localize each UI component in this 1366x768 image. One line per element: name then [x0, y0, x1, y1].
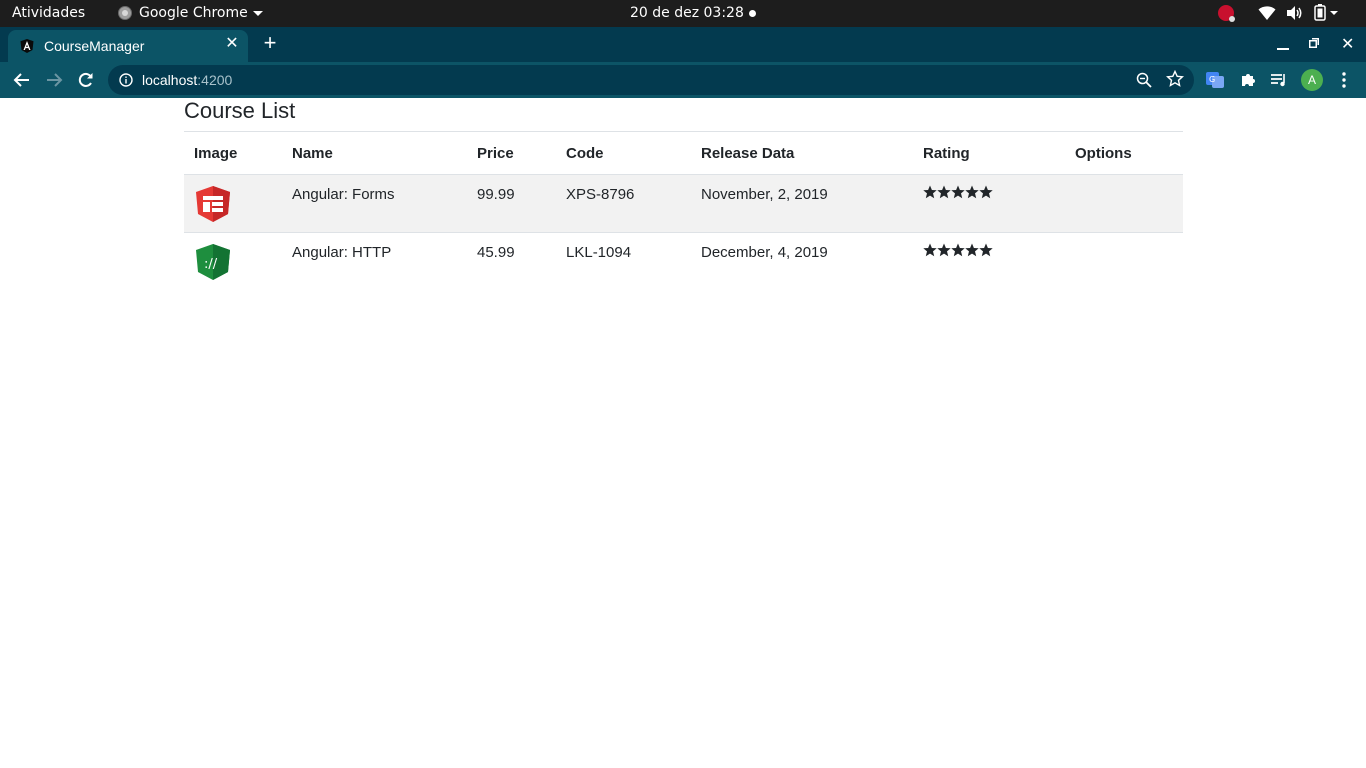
url-port: :4200	[197, 72, 233, 88]
volume-icon	[1287, 5, 1302, 20]
media-queue-icon[interactable]	[1270, 71, 1288, 89]
course-table: Image Name Price Code Release Data Ratin…	[184, 131, 1183, 290]
system-top-bar: Atividades Google Chrome 20 de dez 03:28	[0, 0, 1366, 27]
star-icon	[965, 185, 979, 199]
forward-arrow-icon[interactable]	[44, 70, 64, 90]
table-row: Angular: Forms 99.99 XPS-8796 November, …	[184, 174, 1183, 233]
tab-strip: CourseManager ✕ +	[0, 27, 1366, 62]
notification-dot-icon	[749, 10, 756, 17]
mail-notifier-icon[interactable]	[1218, 4, 1235, 22]
more-menu-icon[interactable]	[1342, 71, 1346, 89]
course-image-cell	[184, 174, 282, 233]
table-header-row: Image Name Price Code Release Data Ratin…	[184, 131, 1183, 175]
course-release-date: December, 4, 2019	[701, 244, 828, 261]
rating-stars	[923, 185, 993, 199]
course-rating	[913, 233, 1065, 291]
tab-title: CourseManager	[44, 38, 145, 54]
wifi-icon	[1258, 5, 1276, 20]
site-info-icon[interactable]	[119, 73, 133, 87]
browser-toolbar: localhost:4200 G	[0, 62, 1366, 98]
angular-http-icon: ://	[196, 244, 230, 280]
star-icon	[951, 185, 965, 199]
app-menu-label: Google Chrome	[139, 5, 248, 21]
course-name: Angular: HTTP	[292, 244, 392, 261]
clock[interactable]: 20 de dez 03:28	[630, 5, 744, 21]
rating-stars	[923, 243, 993, 257]
zoom-icon[interactable]	[1136, 72, 1152, 88]
svg-text:G: G	[1209, 75, 1215, 84]
course-rating	[913, 174, 1065, 233]
table-row: :// Angular: HTTP 45.99 LKL-1094 Decembe…	[184, 233, 1183, 291]
close-window-button[interactable]: ✕	[1341, 34, 1354, 54]
star-icon	[979, 243, 993, 257]
page-title: Course List	[184, 98, 296, 123]
close-tab-icon[interactable]: ✕	[224, 36, 240, 52]
angular-favicon-icon	[20, 39, 34, 53]
system-tray[interactable]	[1218, 4, 1338, 22]
course-code: XPS-8796	[556, 174, 691, 233]
column-header-rating: Rating	[913, 131, 1065, 175]
column-header-name: Name	[282, 131, 467, 175]
reload-icon[interactable]	[76, 70, 96, 90]
svg-text:://: ://	[204, 257, 218, 272]
course-release-date: November, 2, 2019	[691, 174, 913, 233]
column-header-release-data: Release Data	[691, 131, 913, 175]
address-bar[interactable]: localhost:4200	[108, 65, 1194, 95]
chrome-app-icon	[118, 6, 132, 20]
extensions-puzzle-icon[interactable]	[1239, 71, 1257, 89]
url-text[interactable]: localhost:4200	[142, 72, 232, 88]
tray-menu-chevron-icon	[1330, 10, 1338, 15]
star-icon	[965, 243, 979, 257]
column-header-price: Price	[467, 131, 556, 175]
star-icon	[923, 243, 937, 257]
bookmark-star-icon[interactable]	[1166, 70, 1184, 88]
angular-forms-icon	[196, 186, 230, 222]
course-price: 99.99	[467, 174, 556, 233]
app-menu[interactable]: Google Chrome	[118, 5, 263, 21]
restore-window-button[interactable]	[1309, 38, 1319, 48]
star-icon	[937, 185, 951, 199]
new-tab-button[interactable]: +	[260, 32, 280, 54]
course-image-cell: ://	[184, 233, 282, 291]
chevron-down-icon	[252, 10, 263, 16]
url-host: localhost	[142, 72, 198, 88]
star-icon	[951, 243, 965, 257]
translate-extension-icon[interactable]: G	[1206, 71, 1224, 89]
star-icon	[979, 185, 993, 199]
course-options	[1065, 233, 1183, 291]
course-options	[1065, 174, 1183, 233]
course-name: Angular: Forms	[282, 174, 467, 233]
battery-icon	[1314, 4, 1326, 21]
column-header-options: Options	[1065, 131, 1183, 175]
tab-coursemanager[interactable]: CourseManager ✕	[8, 30, 248, 62]
back-arrow-icon[interactable]	[12, 70, 32, 90]
course-code: LKL-1094	[566, 244, 632, 261]
activities-button[interactable]: Atividades	[12, 5, 85, 21]
minimize-window-button[interactable]	[1277, 48, 1289, 50]
course-price: 45.99	[477, 244, 515, 261]
column-header-image: Image	[184, 131, 282, 175]
star-icon	[937, 243, 951, 257]
profile-avatar[interactable]: A	[1301, 69, 1323, 91]
star-icon	[923, 185, 937, 199]
column-header-code: Code	[556, 131, 691, 175]
